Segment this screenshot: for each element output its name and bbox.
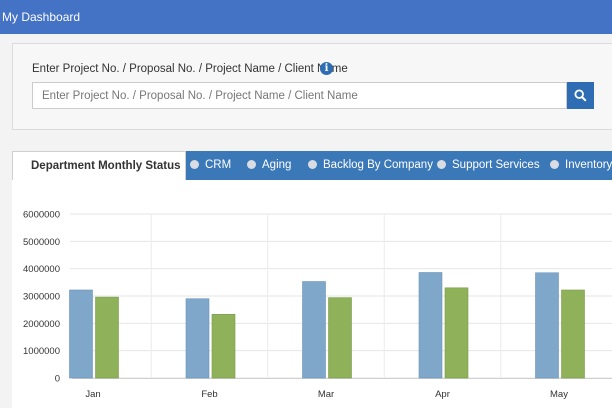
bar-apr-series-1 bbox=[418, 272, 443, 379]
search-button[interactable] bbox=[567, 82, 594, 109]
info-icon[interactable]: i bbox=[320, 62, 333, 75]
dashboard-title: My Dashboard bbox=[2, 10, 81, 24]
x-tick-label: Jan bbox=[85, 389, 100, 400]
bar-feb-series-2 bbox=[211, 314, 236, 379]
y-tick-label: 5000000 bbox=[23, 237, 60, 248]
tab-label: Backlog By Company bbox=[323, 159, 433, 171]
x-tick-label: Apr bbox=[435, 389, 450, 400]
x-tick-label: May bbox=[550, 389, 568, 400]
tab-crm[interactable]: CRM bbox=[190, 151, 231, 180]
bar-apr-series-2 bbox=[444, 287, 469, 379]
tab-dot-icon bbox=[190, 160, 199, 169]
tab-label: Support Services bbox=[452, 159, 540, 171]
tab-label: Department Monthly Status bbox=[31, 160, 181, 172]
tab-inventory[interactable]: Inventory bbox=[550, 151, 612, 180]
tab-bar: Department Monthly Status CRM Aging Back… bbox=[12, 151, 612, 181]
tab-backlog-by-company[interactable]: Backlog By Company bbox=[308, 151, 433, 180]
tab-dot-icon bbox=[437, 160, 446, 169]
tab-label: Inventory bbox=[565, 159, 612, 171]
tab-dot-icon bbox=[308, 160, 317, 169]
bar-mar-series-1 bbox=[302, 281, 326, 379]
y-tick-label: 0 bbox=[55, 374, 60, 385]
x-tick-label: Feb bbox=[201, 389, 217, 400]
tab-department-monthly-status[interactable]: Department Monthly Status bbox=[12, 151, 186, 181]
tab-dot-icon bbox=[550, 160, 559, 169]
tab-support-services[interactable]: Support Services bbox=[437, 151, 540, 180]
search-icon bbox=[574, 89, 587, 102]
bar-feb-series-1 bbox=[185, 298, 210, 379]
bar-may-series-1 bbox=[535, 272, 559, 379]
tab-dot-icon bbox=[247, 160, 256, 169]
bar-chart: 6000000 5000000 4000000 3000000 2000000 10000… bbox=[23, 210, 612, 400]
y-tick-label: 4000000 bbox=[23, 264, 60, 275]
bar-jan-series-1 bbox=[69, 289, 93, 379]
bar-mar-series-2 bbox=[328, 297, 352, 379]
chart-panel: 6000000 5000000 4000000 3000000 2000000 10000… bbox=[12, 180, 612, 408]
top-bar: My Dashboard bbox=[0, 0, 612, 34]
x-tick-label: Mar bbox=[318, 389, 334, 400]
search-input[interactable] bbox=[32, 82, 567, 109]
search-panel: Enter Project No. / Proposal No. / Proje… bbox=[12, 43, 612, 130]
y-tick-label: 6000000 bbox=[23, 210, 60, 221]
bar-jan-series-2 bbox=[95, 296, 119, 379]
y-tick-label: 2000000 bbox=[23, 319, 60, 330]
tab-label: Aging bbox=[262, 159, 292, 171]
y-tick-label: 1000000 bbox=[23, 346, 60, 357]
bar-may-series-2 bbox=[561, 289, 585, 379]
search-label: Enter Project No. / Proposal No. / Proje… bbox=[32, 63, 348, 75]
tab-label: CRM bbox=[205, 159, 232, 171]
y-tick-label: 3000000 bbox=[23, 292, 60, 303]
tab-aging[interactable]: Aging bbox=[247, 151, 291, 180]
